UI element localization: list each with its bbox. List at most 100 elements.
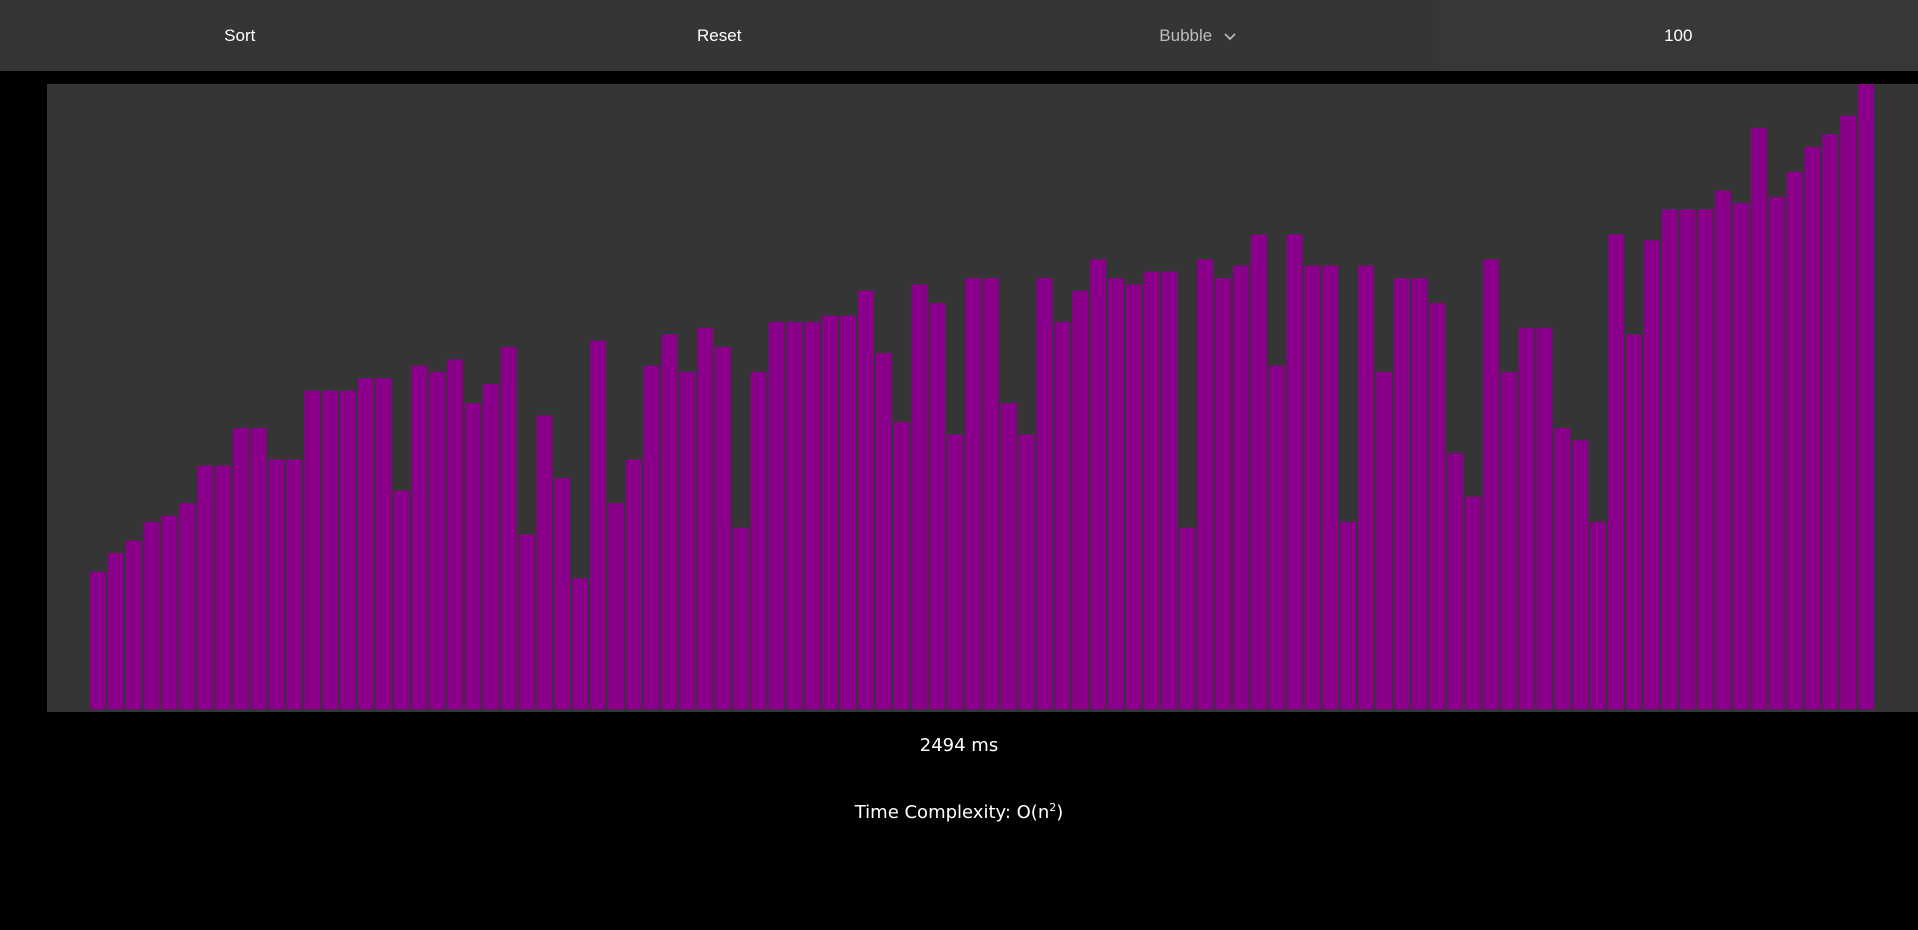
bar xyxy=(197,465,214,709)
bar xyxy=(1358,265,1374,709)
bar xyxy=(536,415,553,709)
bar xyxy=(1215,277,1232,709)
bar xyxy=(357,377,374,709)
algorithm-select[interactable]: Bubble xyxy=(959,0,1439,71)
bar xyxy=(857,290,874,709)
bar xyxy=(1483,259,1499,709)
bar xyxy=(1554,427,1571,709)
bar xyxy=(840,315,856,709)
bar xyxy=(1197,259,1214,709)
bar xyxy=(322,390,339,709)
bar xyxy=(1608,234,1624,709)
bar xyxy=(804,321,821,709)
bar xyxy=(1393,277,1410,709)
bar xyxy=(90,571,106,709)
array-size-input[interactable]: 100 xyxy=(1438,0,1918,71)
bar xyxy=(518,534,535,709)
sort-button[interactable]: Sort xyxy=(0,0,480,71)
bar xyxy=(179,502,196,709)
bar xyxy=(1715,190,1732,709)
bar xyxy=(1143,271,1160,709)
bar xyxy=(1465,496,1482,709)
bar xyxy=(1661,209,1678,709)
bar xyxy=(1447,452,1464,709)
bar xyxy=(1625,334,1642,709)
complexity-suffix: ) xyxy=(1056,802,1064,823)
bar xyxy=(107,552,124,709)
bar xyxy=(1000,402,1017,709)
bar xyxy=(1286,234,1303,709)
bar xyxy=(1036,277,1053,709)
bar xyxy=(1679,209,1696,709)
bar xyxy=(625,459,642,709)
reset-button[interactable]: Reset xyxy=(480,0,960,71)
bar xyxy=(125,540,142,709)
bar xyxy=(1572,440,1589,709)
bar xyxy=(232,427,249,709)
bar xyxy=(1161,271,1178,709)
bar xyxy=(911,284,928,709)
bar xyxy=(1590,521,1607,709)
bar xyxy=(1233,265,1249,709)
bar xyxy=(554,477,571,709)
bar xyxy=(947,434,964,709)
bar xyxy=(340,390,356,709)
bar xyxy=(447,359,464,709)
bar xyxy=(768,321,785,709)
bar xyxy=(1108,277,1124,709)
bar xyxy=(1536,327,1553,709)
complexity-prefix: Time Complexity: O(n xyxy=(854,802,1050,823)
bar xyxy=(1054,321,1071,709)
bar xyxy=(1768,196,1785,709)
bar xyxy=(429,371,446,709)
bar xyxy=(375,377,392,709)
bar xyxy=(1804,146,1821,709)
bar xyxy=(161,515,178,709)
bar xyxy=(697,327,714,709)
bar xyxy=(250,427,267,709)
bar xyxy=(411,365,428,709)
bar xyxy=(286,459,303,709)
bar xyxy=(1375,371,1392,709)
bar xyxy=(1643,240,1660,709)
bar xyxy=(304,390,321,709)
bar xyxy=(500,346,517,709)
bar xyxy=(1018,434,1035,709)
bar xyxy=(1090,259,1107,709)
bar xyxy=(1322,265,1339,709)
bar xyxy=(482,384,499,709)
bar xyxy=(1125,284,1142,709)
bar xyxy=(929,302,946,709)
bar xyxy=(572,577,589,709)
bar xyxy=(215,465,231,709)
bar xyxy=(1697,209,1714,709)
bar xyxy=(1411,277,1428,709)
bar xyxy=(661,334,678,709)
bar xyxy=(268,459,285,709)
chevron-down-icon xyxy=(1222,28,1238,44)
bar xyxy=(1072,290,1089,709)
bar xyxy=(750,371,767,709)
bar xyxy=(965,277,981,709)
elapsed-time: 2494 ms xyxy=(919,735,999,756)
bar xyxy=(1429,302,1446,709)
bar xyxy=(1250,234,1267,709)
bar xyxy=(893,421,910,709)
bar xyxy=(1268,365,1285,709)
bar xyxy=(732,527,749,709)
bars-chart xyxy=(90,84,1874,709)
bar xyxy=(393,490,410,709)
bar xyxy=(715,346,731,709)
visualizer-canvas xyxy=(47,84,1918,712)
bar xyxy=(143,521,160,709)
bar xyxy=(607,502,624,709)
bar xyxy=(1786,171,1803,709)
bar xyxy=(1179,527,1196,709)
bar xyxy=(1822,134,1839,709)
bar xyxy=(875,352,892,709)
bar xyxy=(679,371,696,709)
bar xyxy=(1518,327,1535,709)
bar xyxy=(786,321,803,709)
time-complexity: Time Complexity: O(n2) xyxy=(0,801,1918,823)
bar xyxy=(1500,371,1517,709)
